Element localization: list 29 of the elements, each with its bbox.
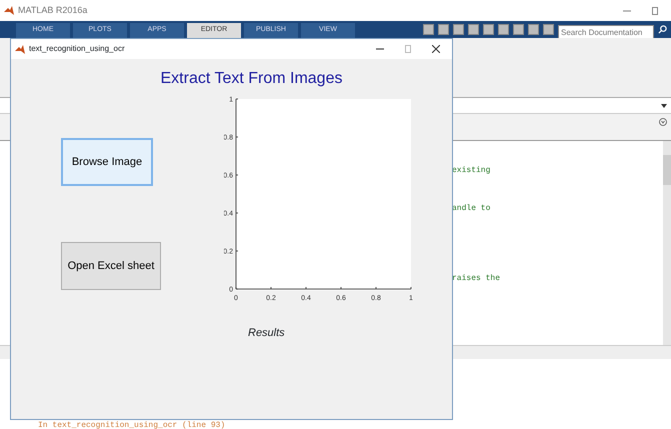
dropdown-caret-icon[interactable] <box>661 104 667 108</box>
toolbar-icon[interactable] <box>423 24 434 35</box>
toolbar-icon[interactable] <box>453 24 464 35</box>
code-line: andle to <box>452 203 492 215</box>
window-title: text_recognition_using_ocr <box>29 43 125 55</box>
toolbar-icon[interactable] <box>468 24 479 35</box>
toolbar-icon[interactable] <box>438 24 449 35</box>
maximize-icon[interactable] <box>404 45 412 53</box>
app-title: MATLAB R2016a <box>18 4 88 17</box>
toolbar-icon[interactable] <box>498 24 509 35</box>
code-line: raises the <box>452 273 502 285</box>
toolbar-icon[interactable] <box>543 24 554 35</box>
search-icon[interactable] <box>658 25 667 34</box>
results-label: Results <box>248 326 286 341</box>
app-logo-icon <box>4 6 14 15</box>
search-field[interactable]: Search Documentation <box>558 25 654 39</box>
toolbar-icon[interactable] <box>513 24 524 35</box>
expand-icon[interactable] <box>659 118 667 126</box>
scrollbar[interactable] <box>663 141 671 345</box>
maximize-icon[interactable] <box>651 6 659 14</box>
toolbar-icon[interactable] <box>483 24 494 35</box>
command-output: In text_recognition_using_ocr (line 93) <box>38 420 226 429</box>
code-line: existing <box>452 165 492 177</box>
push-button[interactable]: Open Excel sheet <box>61 242 161 290</box>
toolbar-icon[interactable] <box>528 24 539 35</box>
app-heading: Extract Text From Images <box>160 69 344 89</box>
push-button[interactable]: Browse Image <box>61 138 153 186</box>
app-logo-icon <box>15 44 25 54</box>
close-icon[interactable] <box>432 45 440 53</box>
